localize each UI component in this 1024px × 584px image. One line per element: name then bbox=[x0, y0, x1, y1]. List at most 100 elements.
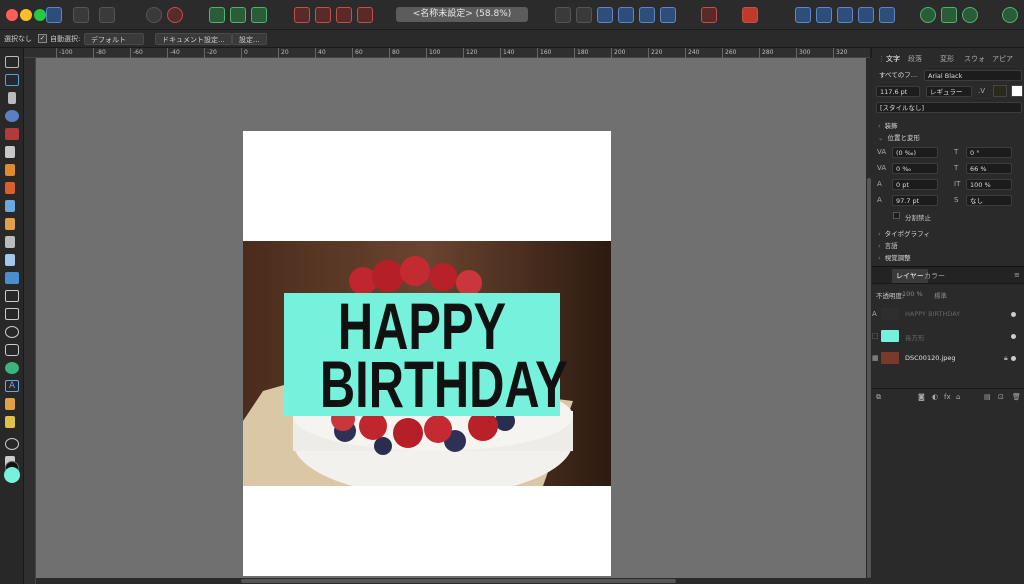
tab-appearance[interactable]: アピア bbox=[992, 52, 1013, 66]
fill-tool-icon[interactable] bbox=[5, 128, 19, 140]
auto-select-dropdown[interactable]: デフォルト bbox=[84, 33, 144, 45]
tracking-field[interactable]: (0 ‰) bbox=[892, 147, 938, 158]
boolean-intersect-icon[interactable] bbox=[837, 7, 853, 23]
minimize-window-button[interactable] bbox=[20, 9, 32, 21]
style-preset-dropdown[interactable]: [スタイルなし] bbox=[876, 102, 1022, 113]
ruler-tool-icon[interactable] bbox=[5, 416, 15, 428]
duplicate-layer-icon[interactable]: ⊡ bbox=[998, 393, 1004, 401]
node-tool-icon[interactable] bbox=[8, 92, 16, 104]
text-tool-icon[interactable]: A bbox=[5, 380, 19, 392]
fill-brush-icon[interactable] bbox=[5, 218, 15, 230]
group-layer-icon[interactable]: ⌂ bbox=[956, 393, 960, 401]
section-typography[interactable]: タイポグラフィ bbox=[878, 228, 930, 238]
arrange-forward-icon[interactable] bbox=[336, 7, 352, 23]
horizontal-scrollbar[interactable] bbox=[36, 578, 866, 584]
boolean-divide-icon[interactable] bbox=[879, 7, 895, 23]
rectangle-tool-icon[interactable] bbox=[5, 308, 19, 320]
preferences-icon[interactable] bbox=[941, 7, 957, 23]
align-center-icon[interactable] bbox=[230, 7, 246, 23]
pen-tool-icon[interactable] bbox=[5, 146, 15, 158]
arrange-back-icon[interactable] bbox=[294, 7, 310, 23]
opacity-value[interactable]: 100 % bbox=[902, 290, 923, 298]
section-position-transform[interactable]: 位置と変形 bbox=[878, 132, 920, 142]
text-banner-rectangle[interactable]: HAPPY BIRTHDAY bbox=[284, 293, 568, 417]
adjustment-layer-icon[interactable]: ◐ bbox=[932, 393, 938, 401]
vertical-scale-field[interactable]: 66 % bbox=[966, 163, 1012, 174]
place-image-icon[interactable] bbox=[5, 272, 19, 284]
affinity-logo-icon[interactable] bbox=[46, 7, 62, 23]
tab-color[interactable]: カラー bbox=[924, 269, 945, 283]
document-title-tab[interactable]: <名称未設定> (58.8%) bbox=[396, 7, 528, 22]
artboard-page[interactable]: HAPPY BIRTHDAY bbox=[243, 131, 611, 576]
blend-mode-dropdown[interactable]: 標準 bbox=[934, 290, 947, 300]
add-layer-icon[interactable]: ▤ bbox=[984, 393, 991, 401]
section-decoration[interactable]: 装飾 bbox=[878, 120, 898, 130]
tab-paragraph[interactable]: 段落 bbox=[908, 52, 922, 66]
ellipse-tool-icon[interactable] bbox=[5, 326, 19, 338]
tab-transform[interactable]: 変形 bbox=[940, 52, 954, 66]
crop-tool-icon[interactable] bbox=[5, 290, 19, 302]
tab-swatches[interactable]: スウォ bbox=[964, 52, 985, 66]
eyedropper-tool-icon[interactable] bbox=[5, 398, 15, 410]
flip-vertical-icon[interactable] bbox=[576, 7, 592, 23]
shape-tool-icon[interactable] bbox=[5, 362, 19, 374]
layer-item-image[interactable]: ▦ DSC00120.jpeg 🔒︎ bbox=[872, 348, 1024, 370]
typography-dropdown[interactable]: なし bbox=[966, 195, 1012, 206]
cake-photo-image[interactable]: HAPPY BIRTHDAY bbox=[243, 241, 611, 486]
mask-layer-icon[interactable]: ◙ bbox=[918, 393, 925, 401]
tab-character[interactable]: 文字 bbox=[886, 52, 900, 66]
align-left-icon[interactable] bbox=[209, 7, 225, 23]
kerning-field[interactable]: 0 ‰ bbox=[892, 163, 938, 174]
arrange-front-icon[interactable] bbox=[357, 7, 373, 23]
font-style-dropdown[interactable]: レギュラー bbox=[926, 86, 972, 97]
text-stroke-swatch[interactable] bbox=[1011, 85, 1023, 97]
layer-visibility-toggle[interactable] bbox=[1011, 312, 1016, 317]
lock-icon[interactable]: 🔒︎ bbox=[1004, 354, 1008, 363]
panel-menu-icon[interactable]: ≡ bbox=[1014, 271, 1020, 279]
vector-brush-icon[interactable] bbox=[5, 200, 15, 212]
settings-button[interactable]: 設定... bbox=[232, 33, 267, 45]
flip-horizontal-icon[interactable] bbox=[555, 7, 571, 23]
no-break-checkbox[interactable] bbox=[893, 212, 900, 219]
polygon-tool-icon[interactable] bbox=[5, 344, 19, 356]
zoom-tool-icon[interactable] bbox=[5, 438, 19, 450]
grid-icon[interactable] bbox=[701, 7, 717, 23]
persona-pixel-icon[interactable] bbox=[73, 7, 89, 23]
boolean-add-icon[interactable] bbox=[795, 7, 811, 23]
section-language[interactable]: 言語 bbox=[878, 240, 898, 250]
rotate-right-icon[interactable] bbox=[618, 7, 634, 23]
share-icon[interactable] bbox=[962, 7, 978, 23]
arrange-backward-icon[interactable] bbox=[315, 7, 331, 23]
gradient-tool-icon[interactable] bbox=[5, 254, 15, 266]
layer-item-text[interactable]: A HAPPY BIRTHDAY bbox=[872, 304, 1024, 326]
layer-item-rectangle[interactable]: ⬚ 長方形 bbox=[872, 326, 1024, 348]
font-family-dropdown[interactable]: Arial Black bbox=[924, 70, 1022, 81]
boolean-xor-icon[interactable] bbox=[858, 7, 874, 23]
panel-grip-icon[interactable]: ⋮ bbox=[878, 52, 885, 66]
auto-select-checkbox[interactable]: ✓ bbox=[38, 34, 47, 43]
horizontal-scroll-thumb[interactable] bbox=[241, 579, 676, 583]
transparency-tool-icon[interactable] bbox=[5, 236, 15, 248]
brush-tool-icon[interactable] bbox=[5, 182, 15, 194]
horizontal-scale-field[interactable]: 100 % bbox=[966, 179, 1012, 190]
variable-font-icon[interactable]: .V bbox=[978, 87, 985, 95]
delete-layer-icon[interactable]: 🗑︎ bbox=[1012, 393, 1021, 401]
snapping-icon[interactable] bbox=[146, 7, 162, 23]
user-icon[interactable] bbox=[1002, 7, 1018, 23]
color-picker-icon[interactable] bbox=[5, 110, 19, 122]
skew-field[interactable]: 0 ° bbox=[966, 147, 1012, 158]
text-fill-swatch[interactable] bbox=[993, 85, 1007, 97]
layers-options-icon[interactable]: ⧉ bbox=[876, 393, 881, 402]
layer-visibility-toggle[interactable] bbox=[1011, 356, 1016, 361]
boolean-subtract-icon[interactable] bbox=[816, 7, 832, 23]
persona-export-icon[interactable] bbox=[99, 7, 115, 23]
view-mode-icon[interactable] bbox=[167, 7, 183, 23]
zoom-window-button[interactable] bbox=[34, 9, 46, 21]
canvas-area[interactable]: HAPPY BIRTHDAY bbox=[36, 58, 866, 578]
move-tool-icon[interactable] bbox=[5, 56, 19, 68]
banner-text-line2[interactable]: BIRTHDAY bbox=[320, 351, 568, 417]
font-collection-dropdown[interactable]: すべてのフ… bbox=[876, 70, 922, 81]
mirror-icon[interactable] bbox=[639, 7, 655, 23]
vertical-scroll-thumb[interactable] bbox=[867, 178, 871, 578]
rotate-left-icon[interactable] bbox=[597, 7, 613, 23]
